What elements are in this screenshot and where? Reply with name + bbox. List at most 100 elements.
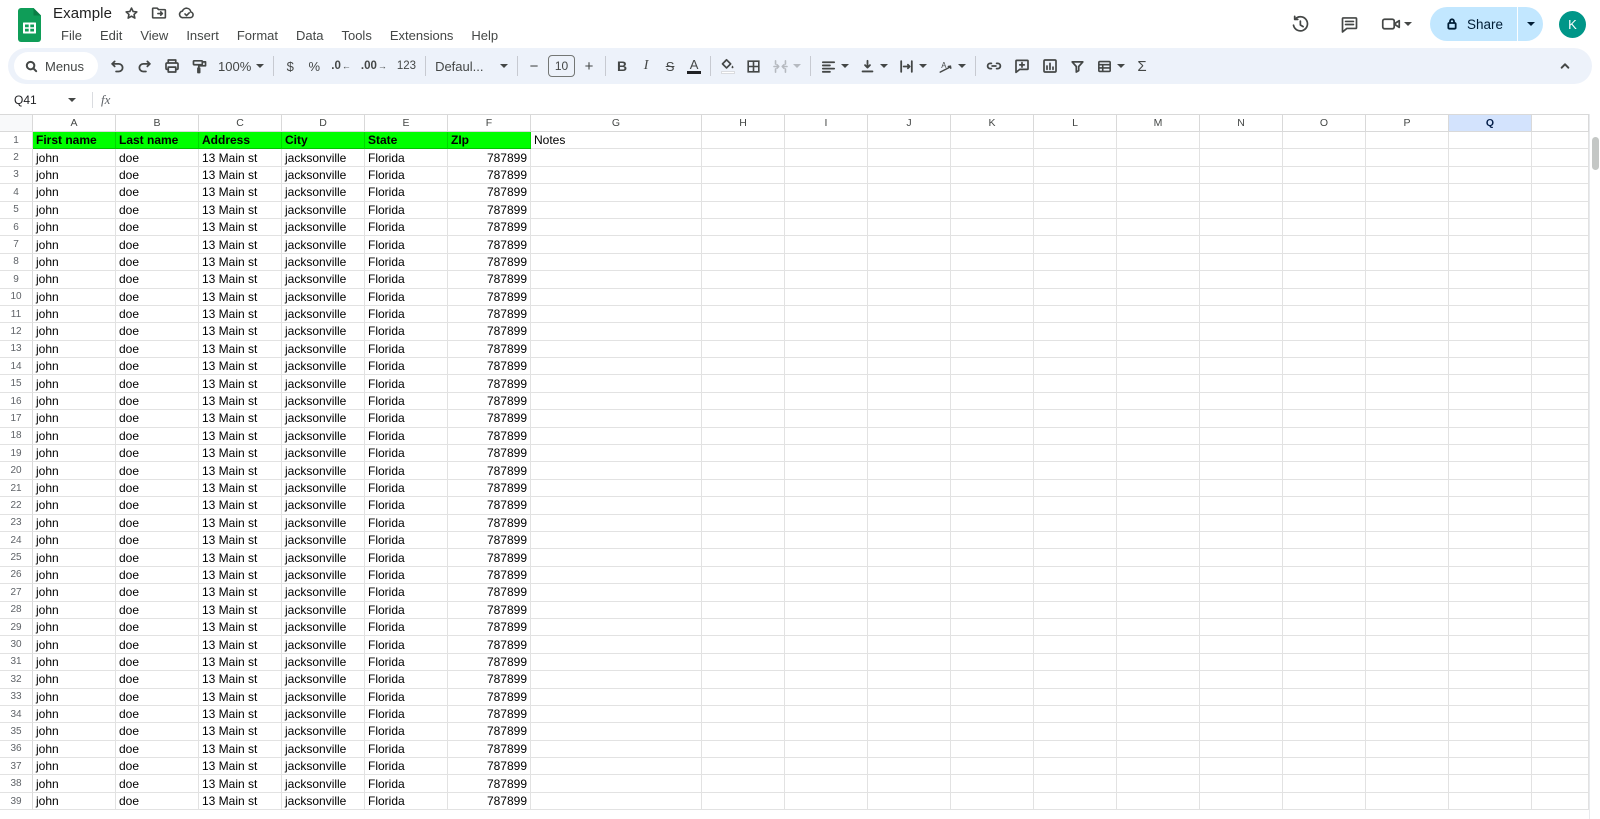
cell-A26[interactable]: john [33,566,116,585]
cell-P19[interactable] [1366,445,1449,463]
cell-K14[interactable] [951,358,1034,376]
cell-D13[interactable]: jacksonville [282,340,365,359]
cell-L34[interactable] [1034,705,1117,724]
cell-F31[interactable]: 787899 [448,653,531,672]
cell-C39[interactable]: 13 Main st [199,792,282,811]
cell-L38[interactable] [1034,775,1117,793]
cell-G12[interactable] [531,323,702,341]
cell-J26[interactable] [868,566,951,585]
cell-E28[interactable]: Florida [365,601,448,619]
cell-L26[interactable] [1034,566,1117,585]
cell-N36[interactable] [1200,740,1283,759]
cell-A25[interactable]: john [33,549,116,567]
cell-E37[interactable]: Florida [365,758,448,776]
cell-N2[interactable] [1200,149,1283,167]
column-header-partial[interactable] [1532,114,1589,132]
cell-C4[interactable]: 13 Main st [199,184,282,202]
cell-B27[interactable]: doe [116,584,199,602]
cell-E20[interactable]: Florida [365,462,448,480]
cell-B30[interactable]: doe [116,636,199,654]
font-size-input[interactable]: 10 [548,55,576,77]
cell-B14[interactable]: doe [116,358,199,376]
cell-partial-16[interactable] [1532,392,1589,411]
row-header-12[interactable]: 12 [0,323,33,341]
cell-partial-32[interactable] [1532,671,1589,689]
cell-P35[interactable] [1366,723,1449,741]
cell-A7[interactable]: john [33,236,116,254]
cell-partial-27[interactable] [1532,584,1589,602]
cell-G16[interactable] [531,392,702,411]
cell-partial-21[interactable] [1532,479,1589,498]
row-header-28[interactable]: 28 [0,601,33,619]
cell-M7[interactable] [1117,236,1200,254]
cell-D37[interactable]: jacksonville [282,758,365,776]
row-header-25[interactable]: 25 [0,549,33,567]
decrease-font-size-button[interactable]: − [522,53,546,79]
cell-A13[interactable]: john [33,340,116,359]
scrollbar-thumb[interactable] [1592,137,1599,170]
cell-O4[interactable] [1283,184,1366,202]
cell-D7[interactable]: jacksonville [282,236,365,254]
cell-J28[interactable] [868,601,951,619]
cell-N13[interactable] [1200,340,1283,359]
horizontal-align-button[interactable] [815,53,854,79]
cell-K13[interactable] [951,340,1034,359]
cell-D28[interactable]: jacksonville [282,601,365,619]
cell-partial-37[interactable] [1532,758,1589,776]
cell-F24[interactable]: 787899 [448,531,531,550]
cell-G20[interactable] [531,462,702,480]
cell-O2[interactable] [1283,149,1366,167]
cell-I17[interactable] [785,410,868,428]
cell-K3[interactable] [951,166,1034,185]
cell-A3[interactable]: john [33,166,116,185]
cell-J34[interactable] [868,705,951,724]
cell-J25[interactable] [868,549,951,567]
cell-A37[interactable]: john [33,758,116,776]
cell-D11[interactable]: jacksonville [282,305,365,324]
cell-D9[interactable]: jacksonville [282,271,365,289]
cell-H30[interactable] [702,636,785,654]
cell-C8[interactable]: 13 Main st [199,253,282,272]
cell-H14[interactable] [702,358,785,376]
cell-D32[interactable]: jacksonville [282,671,365,689]
cell-D8[interactable]: jacksonville [282,253,365,272]
cell-B6[interactable]: doe [116,218,199,237]
cell-J10[interactable] [868,288,951,306]
row-header-14[interactable]: 14 [0,358,33,376]
cell-O30[interactable] [1283,636,1366,654]
cell-M25[interactable] [1117,549,1200,567]
cell-I26[interactable] [785,566,868,585]
cell-M36[interactable] [1117,740,1200,759]
cell-N33[interactable] [1200,688,1283,706]
cell-H29[interactable] [702,618,785,637]
cell-F16[interactable]: 787899 [448,392,531,411]
insert-comment-button[interactable] [1008,53,1036,79]
cell-P5[interactable] [1366,201,1449,219]
cell-Q21[interactable] [1449,479,1532,498]
cell-K15[interactable] [951,375,1034,393]
cell-Q14[interactable] [1449,358,1532,376]
cell-H32[interactable] [702,671,785,689]
cell-D31[interactable]: jacksonville [282,653,365,672]
cell-M23[interactable] [1117,514,1200,532]
menus-search-button[interactable]: Menus [14,52,99,80]
cell-O38[interactable] [1283,775,1366,793]
cell-I10[interactable] [785,288,868,306]
cell-B37[interactable]: doe [116,758,199,776]
cell-B9[interactable]: doe [116,271,199,289]
cell-I30[interactable] [785,636,868,654]
cell-G37[interactable] [531,758,702,776]
cell-O17[interactable] [1283,410,1366,428]
cell-N12[interactable] [1200,323,1283,341]
cell-M12[interactable] [1117,323,1200,341]
cell-Q30[interactable] [1449,636,1532,654]
cell-N21[interactable] [1200,479,1283,498]
cell-L1[interactable] [1034,132,1117,150]
cell-E24[interactable]: Florida [365,531,448,550]
cell-F4[interactable]: 787899 [448,184,531,202]
cell-I20[interactable] [785,462,868,480]
cell-I13[interactable] [785,340,868,359]
cell-E35[interactable]: Florida [365,723,448,741]
cell-M33[interactable] [1117,688,1200,706]
cell-D34[interactable]: jacksonville [282,705,365,724]
